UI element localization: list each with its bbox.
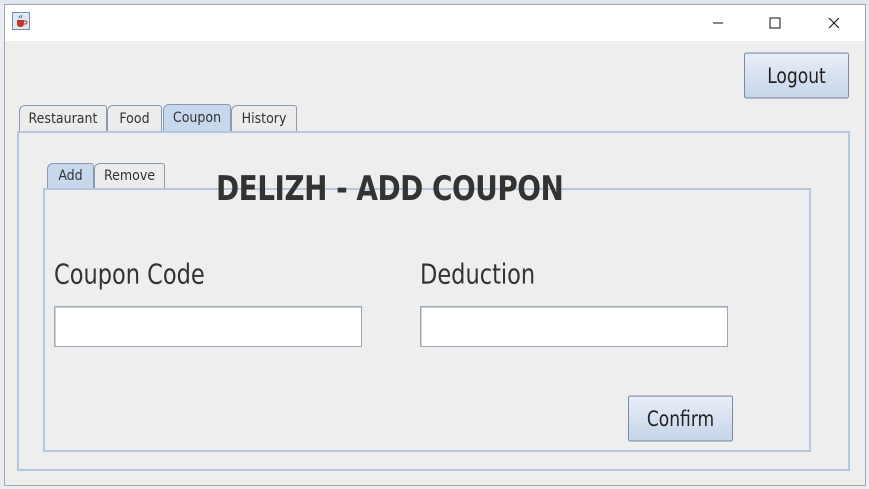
close-icon [828,17,840,29]
tab-history[interactable]: History [231,105,297,131]
coupon-code-label: Coupon Code [54,258,205,290]
tab-restaurant[interactable]: Restaurant [19,105,107,131]
sub-tab-add[interactable]: Add [47,163,94,188]
deduction-input[interactable] [420,306,728,347]
sub-tab-remove[interactable]: Remove [94,163,165,188]
maximize-button[interactable] [752,5,798,41]
java-app-icon [12,12,30,30]
minimize-icon [713,22,723,24]
tab-food[interactable]: Food [107,105,162,131]
title-bar[interactable] [5,5,865,41]
page-title: DELIZH - ADD COUPON [216,170,564,209]
app-window: Logout Restaurant Food Coupon History Ad… [4,4,866,486]
close-button[interactable] [811,5,857,41]
deduction-label: Deduction [420,258,536,290]
tab-coupon[interactable]: Coupon [163,104,231,131]
logout-button[interactable]: Logout [744,52,849,99]
minimize-button[interactable] [695,5,741,41]
confirm-button[interactable]: Confirm [628,395,733,442]
maximize-icon [769,17,781,29]
coupon-code-input[interactable] [54,306,362,347]
